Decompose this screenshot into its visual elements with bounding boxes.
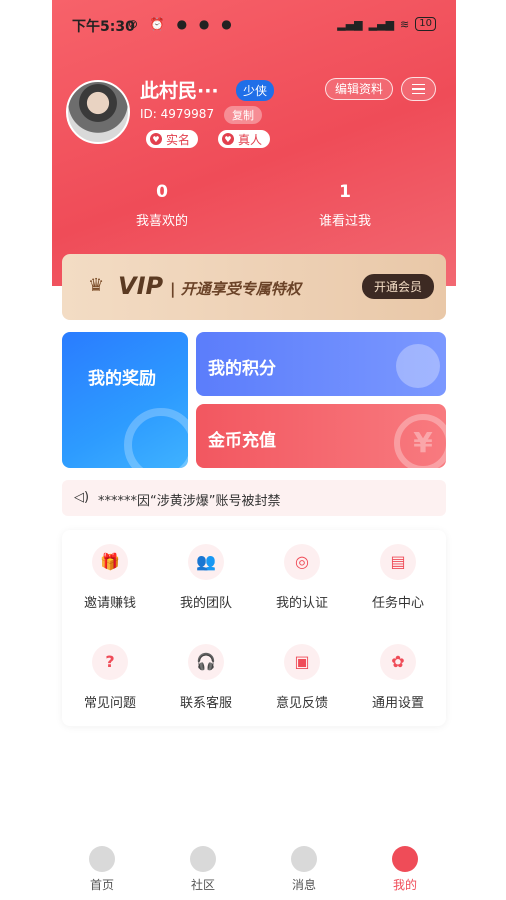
smiley-icon: [392, 846, 418, 872]
coin-recharge-card[interactable]: 金币充值 ¥: [196, 404, 446, 468]
bottom-tab-bar: 首页 社区 消息 我的: [52, 840, 456, 900]
real-person-tag: ♥ 真人: [218, 130, 271, 148]
grid-item-settings[interactable]: ✿ 通用设置: [350, 630, 446, 714]
nickname: 此村民···: [140, 80, 219, 102]
crown-icon: ♛: [88, 275, 105, 296]
tab-home[interactable]: 首页: [67, 846, 137, 893]
card-title: 我的奖励: [88, 369, 156, 389]
grid-item-label: 我的团队: [179, 596, 232, 611]
notice-text: ******因“涉黄涉爆”账号被封禁: [98, 494, 281, 509]
grid-item-verification[interactable]: ◎ 我的认证: [254, 530, 350, 614]
menu-icon-line: [412, 88, 425, 90]
grid-item-team[interactable]: 👥 我的团队: [158, 530, 254, 614]
level-badge: 少侠: [236, 80, 275, 101]
vip-word: VIP: [118, 272, 164, 300]
vip-description: | 开通享受专属特权: [170, 280, 301, 298]
earbuds-icon: [124, 408, 188, 468]
signal-icon: ▂▄▆: [337, 17, 363, 31]
community-icon: [190, 846, 216, 872]
system-icons: ▂▄▆ ▂▄▆ ≋ 10: [337, 17, 436, 31]
gift-icon: 🎁: [92, 544, 128, 580]
heart-icon: ♥: [222, 133, 234, 145]
gear-icon: ✿: [380, 644, 416, 680]
stat-viewed-me[interactable]: 1 谁看过我: [285, 182, 405, 229]
wifi-icon: ≋: [400, 17, 410, 31]
grid-item-label: 联系客服: [179, 696, 232, 711]
headset-icon: 🎧: [188, 644, 224, 680]
question-icon: ?: [92, 644, 128, 680]
notice-bar[interactable]: ◁) ******因“涉黄涉爆”账号被封禁: [62, 480, 446, 516]
status-time: 下午5:30: [72, 19, 135, 35]
fingerprint-icon: ◎: [284, 544, 320, 580]
vip-banner[interactable]: ♛ VIP | 开通享受专属特权 开通会员: [62, 254, 446, 320]
coins-stack-icon: [396, 344, 440, 388]
home-icon: [89, 846, 115, 872]
tab-label: 社区: [190, 878, 215, 892]
stat-label: 我喜欢的: [135, 214, 188, 229]
chat-icon: [291, 846, 317, 872]
tab-me[interactable]: 我的: [370, 846, 440, 893]
card-title: 金币充值: [208, 431, 276, 451]
status-bar: 下午5:30 ⊘ ⏰ ● ● ● ▂▄▆ ▂▄▆ ≋ 10: [72, 14, 436, 36]
menu-icon-line: [412, 92, 425, 95]
grid-item-label: 常见问题: [83, 696, 136, 711]
speaker-icon: ◁): [74, 490, 90, 505]
open-vip-button[interactable]: 开通会员: [361, 274, 434, 299]
card-title: 我的积分: [208, 359, 276, 379]
task-icon: ▤: [380, 544, 416, 580]
stat-label: 谁看过我: [318, 214, 371, 229]
avatar[interactable]: [66, 80, 130, 144]
service-grid: 🎁 邀请赚钱 👥 我的团队 ◎ 我的认证 ▤ 任务中心 ? 常见问题 🎧 联系客…: [62, 530, 446, 726]
yen-coin-icon: ¥: [394, 414, 446, 468]
grid-item-label: 我的认证: [275, 596, 328, 611]
tab-community[interactable]: 社区: [168, 846, 238, 893]
battery-icon: 10: [415, 17, 436, 31]
stat-value: 0: [156, 182, 168, 202]
inbox-icon: ▣: [284, 644, 320, 680]
tag-label: 真人: [238, 132, 263, 147]
stat-value: 1: [339, 182, 351, 202]
tab-label: 首页: [89, 878, 114, 892]
user-id: ID: 4979987: [140, 107, 215, 121]
menu-icon: [412, 83, 425, 86]
signal-icon-2: ▂▄▆: [368, 17, 395, 31]
notification-icons: ⊘ ⏰ ● ● ●: [128, 17, 236, 31]
my-points-card[interactable]: 我的积分: [196, 332, 446, 396]
grid-item-label: 邀请赚钱: [83, 596, 136, 611]
tag-label: 实名: [166, 132, 191, 147]
verified-name-tag: ♥ 实名: [146, 130, 199, 148]
grid-item-label: 通用设置: [371, 696, 424, 711]
grid-item-tasks[interactable]: ▤ 任务中心: [350, 530, 446, 614]
stat-liked[interactable]: 0 我喜欢的: [102, 182, 222, 229]
my-rewards-card[interactable]: 我的奖励: [62, 332, 188, 468]
grid-item-faq[interactable]: ? 常见问题: [62, 630, 158, 714]
grid-item-invite[interactable]: 🎁 邀请赚钱: [62, 530, 158, 614]
grid-item-support[interactable]: 🎧 联系客服: [158, 630, 254, 714]
tab-label: 我的: [392, 878, 417, 892]
heart-icon: ♥: [150, 133, 162, 145]
menu-button[interactable]: [401, 77, 436, 101]
edit-profile-button[interactable]: 编辑资料: [325, 78, 394, 100]
grid-item-feedback[interactable]: ▣ 意见反馈: [254, 630, 350, 714]
copy-id-button[interactable]: 复制: [224, 106, 262, 124]
tab-label: 消息: [291, 878, 316, 892]
grid-item-label: 意见反馈: [275, 696, 328, 711]
team-icon: 👥: [188, 544, 224, 580]
grid-item-label: 任务中心: [371, 596, 424, 611]
tab-messages[interactable]: 消息: [269, 846, 339, 893]
